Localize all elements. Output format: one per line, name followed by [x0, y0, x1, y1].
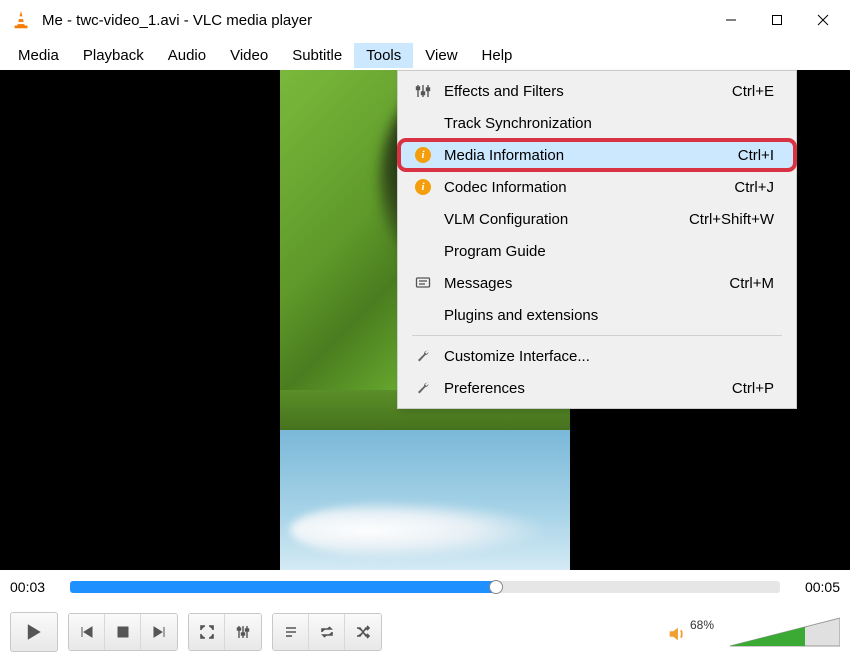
menu-item-effects-filters[interactable]: Effects and Filters Ctrl+E [398, 75, 796, 107]
menu-item-shortcut: Ctrl+P [732, 380, 782, 397]
speaker-icon[interactable] [666, 623, 688, 648]
menu-subtitle[interactable]: Subtitle [280, 43, 354, 68]
sliders-icon [412, 83, 434, 99]
maximize-button[interactable] [754, 0, 800, 40]
minimize-button[interactable] [708, 0, 754, 40]
menu-item-shortcut: Ctrl+M [729, 275, 782, 292]
menu-help[interactable]: Help [470, 43, 525, 68]
menu-item-label: Customize Interface... [444, 348, 774, 365]
stop-button[interactable] [105, 614, 141, 650]
menu-audio[interactable]: Audio [156, 43, 218, 68]
menubar: Media Playback Audio Video Subtitle Tool… [0, 40, 850, 70]
menu-tools[interactable]: Tools [354, 43, 413, 68]
menu-separator [412, 335, 782, 336]
menu-item-label: Effects and Filters [444, 83, 732, 100]
current-time: 00:03 [10, 579, 62, 595]
menu-item-vlm-configuration[interactable]: VLM Configuration Ctrl+Shift+W [398, 203, 796, 235]
menu-view[interactable]: View [413, 43, 469, 68]
menu-item-codec-information[interactable]: i Codec Information Ctrl+J [398, 171, 796, 203]
info-icon: i [412, 179, 434, 195]
info-icon: i [412, 147, 434, 163]
messages-icon [412, 275, 434, 291]
menu-item-shortcut: Ctrl+J [734, 179, 782, 196]
menu-item-label: Media Information [444, 147, 738, 164]
video-area[interactable]: Effects and Filters Ctrl+E Track Synchro… [0, 70, 850, 570]
window-controls [708, 0, 846, 40]
seek-slider[interactable] [70, 581, 780, 593]
vlc-cone-icon [10, 9, 32, 31]
tools-dropdown: Effects and Filters Ctrl+E Track Synchro… [397, 70, 797, 409]
menu-item-shortcut: Ctrl+Shift+W [689, 211, 782, 228]
view-group [188, 613, 262, 651]
menu-item-track-sync[interactable]: Track Synchronization [398, 107, 796, 139]
controls-row: 68% [0, 604, 850, 660]
wrench-icon [412, 380, 434, 396]
menu-item-plugins-extensions[interactable]: Plugins and extensions [398, 299, 796, 331]
loop-button[interactable] [309, 614, 345, 650]
seek-row: 00:03 00:05 [0, 570, 850, 604]
menu-item-label: Program Guide [444, 243, 774, 260]
menu-item-shortcut: Ctrl+I [738, 147, 782, 164]
seek-thumb[interactable] [489, 580, 503, 594]
menu-item-label: Track Synchronization [444, 115, 774, 132]
volume-slider[interactable] [730, 616, 840, 648]
titlebar: Me - twc-video_1.avi - VLC media player [0, 0, 850, 40]
wrench-icon [412, 348, 434, 364]
next-button[interactable] [141, 614, 177, 650]
menu-item-label: Messages [444, 275, 729, 292]
menu-item-preferences[interactable]: Preferences Ctrl+P [398, 372, 796, 404]
menu-item-label: Plugins and extensions [444, 307, 774, 324]
volume-area: 68% [666, 616, 840, 648]
menu-media[interactable]: Media [6, 43, 71, 68]
menu-item-program-guide[interactable]: Program Guide [398, 235, 796, 267]
close-button[interactable] [800, 0, 846, 40]
menu-item-label: VLM Configuration [444, 211, 689, 228]
nav-group [68, 613, 178, 651]
playlist-group [272, 613, 382, 651]
menu-item-label: Codec Information [444, 179, 734, 196]
playlist-button[interactable] [273, 614, 309, 650]
previous-button[interactable] [69, 614, 105, 650]
random-button[interactable] [345, 614, 381, 650]
play-button[interactable] [10, 612, 58, 652]
menu-item-messages[interactable]: Messages Ctrl+M [398, 267, 796, 299]
menu-item-media-information[interactable]: i Media Information Ctrl+I [398, 139, 796, 171]
menu-playback[interactable]: Playback [71, 43, 156, 68]
extended-settings-button[interactable] [225, 614, 261, 650]
menu-video[interactable]: Video [218, 43, 280, 68]
volume-percent: 68% [690, 618, 714, 632]
menu-item-shortcut: Ctrl+E [732, 83, 782, 100]
total-time: 00:05 [788, 579, 840, 595]
fullscreen-button[interactable] [189, 614, 225, 650]
window-title: Me - twc-video_1.avi - VLC media player [42, 12, 708, 29]
menu-item-label: Preferences [444, 380, 732, 397]
menu-item-customize-interface[interactable]: Customize Interface... [398, 340, 796, 372]
